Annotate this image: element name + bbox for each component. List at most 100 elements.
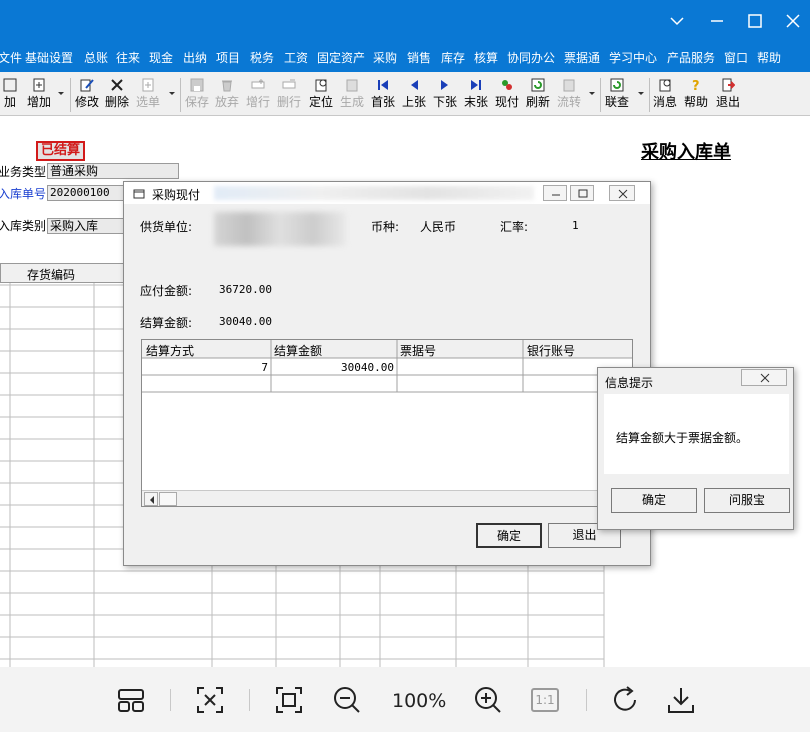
prev-button[interactable]: 上张	[401, 76, 427, 114]
menu-receivables[interactable]: 往来	[116, 49, 140, 66]
last-button[interactable]: 末张	[463, 76, 489, 114]
help-icon: ?	[692, 79, 700, 92]
menu-project[interactable]: 项目	[216, 49, 240, 66]
scroll-left-arrow[interactable]	[144, 492, 158, 506]
close-icon[interactable]	[782, 10, 804, 32]
menu-sales[interactable]: 销售	[407, 49, 431, 66]
flow-button[interactable]: 流转	[556, 76, 582, 114]
collapse-chevron-icon[interactable]	[666, 10, 688, 32]
close-icon[interactable]	[741, 369, 787, 386]
menu-file[interactable]: 文件	[0, 49, 22, 66]
menu-basic-settings[interactable]: 基础设置	[25, 49, 73, 66]
horizontal-scrollbar[interactable]	[142, 490, 632, 506]
generate-button[interactable]: 生成	[339, 76, 365, 114]
toolbar-label: 增行	[245, 95, 270, 109]
first-button[interactable]: 首张	[370, 76, 396, 114]
select-doc-icon	[142, 78, 154, 92]
column-header-bill-no: 票据号	[400, 344, 437, 358]
first-icon	[378, 80, 388, 90]
select-doc-button[interactable]: 选单	[135, 76, 161, 114]
menu-window[interactable]: 窗口	[724, 49, 748, 66]
new-doc-icon	[33, 78, 45, 92]
menu-cash[interactable]: 现金	[149, 49, 173, 66]
currency-label: 币种:	[371, 220, 400, 234]
blurred-background	[214, 186, 534, 200]
menu-inventory[interactable]: 库存	[441, 49, 465, 66]
minimize-icon[interactable]	[706, 10, 728, 32]
scroll-thumb[interactable]	[159, 492, 177, 506]
cash-pay-button[interactable]: 现付	[494, 76, 520, 114]
confirm-button[interactable]: 确定	[611, 488, 697, 513]
menu-bills[interactable]: 票据通	[564, 49, 600, 66]
settle-value: 30040.00	[219, 315, 272, 328]
menu-payroll[interactable]: 工资	[284, 49, 308, 66]
chevron-down-icon[interactable]	[587, 86, 597, 100]
menu-cashier[interactable]: 出纳	[183, 49, 207, 66]
next-icon	[441, 80, 448, 90]
dialog-titlebar: 采购现付	[124, 182, 650, 204]
zoom-out-icon[interactable]	[332, 685, 362, 715]
fit-to-screen-icon[interactable]	[195, 685, 225, 715]
next-button[interactable]: 下张	[432, 76, 458, 114]
menu-purchase[interactable]: 采购	[373, 49, 397, 66]
rotate-icon[interactable]	[610, 685, 640, 715]
menu-accounting[interactable]: 核算	[474, 49, 498, 66]
in-category-field[interactable]: 采购入库	[47, 218, 127, 234]
delete-row-button[interactable]: 删行	[276, 76, 302, 114]
add-row-button[interactable]: 增行	[245, 76, 271, 114]
help-button[interactable]: ? 帮助	[682, 76, 710, 114]
menu-learning[interactable]: 学习中心	[609, 49, 657, 66]
settlement-grid[interactable]: 结算方式 结算金额 票据号 银行账号 7 30040.00	[141, 339, 633, 507]
supplier-field[interactable]	[214, 212, 346, 246]
message-text: 结算金额大于票据金额。	[616, 431, 749, 445]
message-icon	[659, 79, 671, 92]
currency-value: 人民币	[420, 220, 457, 234]
close-icon[interactable]	[609, 185, 635, 201]
menu-tax[interactable]: 税务	[250, 49, 274, 66]
refresh-button[interactable]: 刷新	[525, 76, 551, 114]
exit-button[interactable]: 退出	[714, 76, 742, 114]
link-query-button[interactable]: 联查	[603, 76, 631, 114]
edit-icon	[80, 79, 94, 92]
payable-value: 36720.00	[219, 283, 272, 296]
chevron-down-icon[interactable]	[167, 86, 177, 100]
fullscreen-icon[interactable]	[274, 685, 304, 715]
menu-products[interactable]: 产品服务	[667, 49, 715, 66]
zoom-in-icon[interactable]	[473, 685, 503, 715]
confirm-button[interactable]: 确定	[476, 523, 542, 548]
maximize-icon[interactable]	[570, 185, 594, 201]
chevron-down-icon[interactable]	[4, 86, 14, 100]
save-button[interactable]: 保存	[184, 76, 210, 114]
chevron-down-icon[interactable]	[56, 86, 66, 100]
delete-button[interactable]: 删除	[104, 76, 130, 114]
zoom-level: 100%	[392, 690, 447, 712]
menu-collab[interactable]: 协同办公	[507, 49, 555, 66]
discard-button[interactable]: 放弃	[214, 76, 240, 114]
new-button[interactable]: 增加	[26, 76, 52, 114]
save-icon	[190, 78, 204, 92]
toolbar-label: 定位	[308, 95, 333, 109]
row-settle-method[interactable]: 7	[252, 361, 268, 374]
actual-size-icon[interactable]: 1:1	[531, 685, 561, 715]
layout-icon[interactable]	[116, 685, 146, 715]
in-no-field[interactable]: 202000100	[47, 185, 127, 201]
menu-help[interactable]: 帮助	[757, 49, 781, 66]
exchange-rate-value: 1	[572, 219, 579, 232]
minimize-icon[interactable]	[543, 185, 567, 201]
edit-button[interactable]: 修改	[74, 76, 100, 114]
menu-fixed-assets[interactable]: 固定资产	[317, 49, 365, 66]
cash-pay-dialog: 采购现付 供货单位: 币种: 人民币 汇率: 1 应付金额: 36720.00 …	[123, 181, 651, 566]
biz-type-field[interactable]: 普通采购	[47, 163, 179, 179]
ask-assistant-button[interactable]: 问服宝	[704, 488, 790, 513]
maximize-icon[interactable]	[744, 10, 766, 32]
chevron-down-icon[interactable]	[636, 86, 646, 100]
row-settle-amount[interactable]: 30040.00	[322, 361, 394, 374]
supplier-label: 供货单位:	[140, 220, 193, 234]
message-button[interactable]: 消息	[651, 76, 679, 114]
download-icon[interactable]	[666, 685, 696, 715]
locate-button[interactable]: 定位	[307, 76, 335, 114]
status-stamp: 已结算	[36, 141, 86, 161]
settle-label: 结算金额:	[140, 316, 193, 330]
cash-pay-icon	[502, 80, 512, 90]
menu-general-ledger[interactable]: 总账	[84, 49, 108, 66]
